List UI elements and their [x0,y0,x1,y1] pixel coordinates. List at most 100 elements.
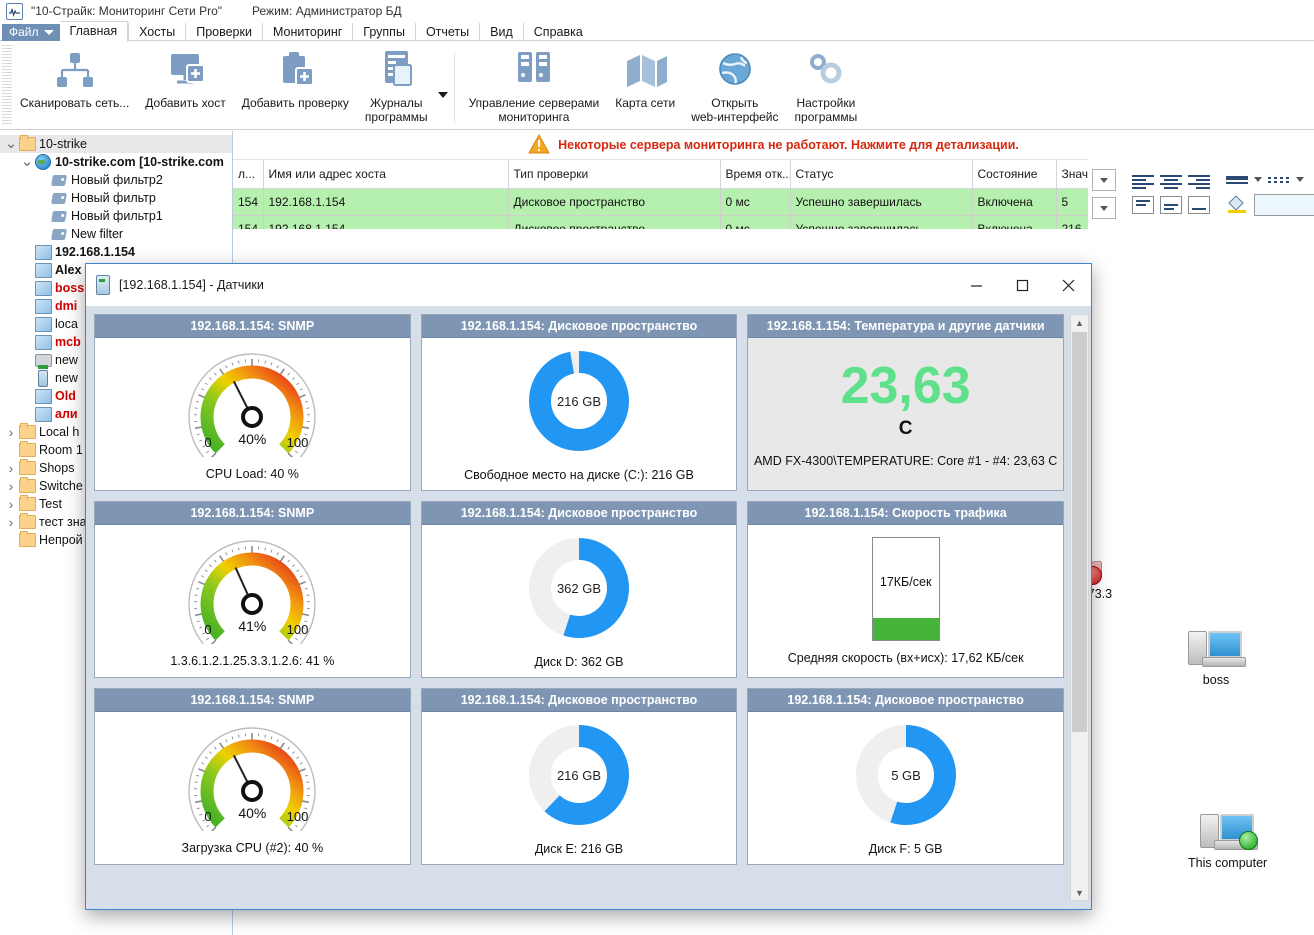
sensor-panel[interactable]: 192.168.1.154: Дисковое пространство362 … [421,501,738,678]
sensor-panel[interactable]: 192.168.1.154: SNMP040%100CPU Load: 40 % [94,314,411,491]
fill-color-icon[interactable] [1226,194,1248,217]
sensor-panel-body: 040%100CPU Load: 40 % [95,338,410,490]
table-column-header-4[interactable]: Статус [790,160,972,189]
line-style-chevron-down-icon[interactable] [1296,177,1304,182]
tag-icon [50,172,68,188]
table-column-header-3[interactable]: Время отк... [720,160,790,189]
format-combos [1088,169,1120,219]
valign-bottom-icon[interactable] [1188,196,1210,214]
tree-node-3[interactable]: Новый фильтр [0,189,232,207]
tab-file[interactable]: Файл [2,24,60,41]
tree-node-6[interactable]: 192.168.1.154 [0,243,232,261]
monitor-icon [34,244,52,260]
scan-network-label: Сканировать сеть... [20,96,129,110]
warning-triangle-icon [528,134,550,157]
tree-node-1[interactable]: 10-strike.com [10-strike.com [0,153,232,171]
chevron-right-icon[interactable] [4,514,18,530]
chevron-down-icon[interactable] [20,158,34,166]
tab-6[interactable]: Вид [479,23,523,41]
folder-icon [18,478,36,494]
tree-node-5[interactable]: New filter [0,225,232,243]
bar-fill [873,618,939,640]
sensor-icon [34,370,52,386]
valign-top-icon[interactable] [1132,196,1154,214]
sensor-panel[interactable]: 192.168.1.154: Дисковое пространство5 GB… [747,688,1064,865]
sensor-panel-caption: AMD FX-4300\TEMPERATURE: Core #1 - #4: 2… [754,454,1057,468]
tab-0[interactable]: Главная [60,21,129,42]
sensor-panel[interactable]: 192.168.1.154: SNMP041%1001.3.6.1.2.1.25… [94,501,411,678]
warning-bar[interactable]: Некоторые сервера мониторинга не работаю… [233,131,1314,160]
sensor-panel[interactable]: 192.168.1.154: Дисковое пространство216 … [421,688,738,865]
netmap-node-this-computer[interactable]: This computer [1188,812,1267,870]
sensor-panel[interactable]: 192.168.1.154: Температура и другие датч… [747,314,1064,491]
table-cell: Включена [972,189,1056,216]
close-button[interactable] [1045,264,1091,306]
combo-1[interactable] [1092,169,1116,191]
line-width-icon[interactable] [1226,172,1248,188]
tree-node-2[interactable]: Новый фильтр2 [0,171,232,189]
chevron-down-icon[interactable] [4,140,18,148]
sensor-panel-body: 216 GBДиск E: 216 GB [422,712,737,864]
sensor-panel[interactable]: 192.168.1.154: Скорость трафика17КБ/секС… [747,501,1064,678]
logs-dropdown-chevron-down-icon[interactable] [438,92,448,98]
tree-node-label: 10-strike [39,137,87,151]
scroll-up-arrow-icon[interactable]: ▲ [1071,315,1088,330]
chevron-right-icon[interactable] [4,496,18,512]
chevron-down-icon [44,30,54,35]
tab-7[interactable]: Справка [523,23,593,41]
valign-middle-icon[interactable] [1160,196,1182,214]
table-column-header-1[interactable]: Имя или адрес хоста [263,160,508,189]
tab-2[interactable]: Проверки [185,23,262,41]
window-title: "10-Страйк: Мониторинг Сети Pro" [31,4,222,18]
tree-node-0[interactable]: 10-strike [0,135,232,153]
tab-5[interactable]: Отчеты [415,23,479,41]
minimize-button[interactable] [953,264,999,306]
scrollbar-thumb[interactable] [1072,332,1087,732]
tree-node-label: mcb [55,335,81,349]
chevron-right-icon[interactable] [4,478,18,494]
scan-network-button[interactable]: Сканировать сеть... [12,47,137,112]
align-left-icon[interactable] [1132,174,1154,190]
tab-4[interactable]: Группы [352,23,415,41]
sensor-panel[interactable]: 192.168.1.154: Дисковое пространство216 … [421,314,738,491]
sensor-panel[interactable]: 192.168.1.154: SNMP040%100Загрузка CPU (… [94,688,411,865]
tree-node-label: Новый фильтр2 [71,173,163,187]
tab-1[interactable]: Хосты [128,23,185,41]
program-settings-button[interactable]: Настройкипрограммы [787,47,866,126]
monitoring-servers-button[interactable]: Управление серверамимониторинга [461,47,608,126]
settings-gears-icon [804,49,848,93]
svg-text:216 GB: 216 GB [557,768,601,783]
table-column-header-5[interactable]: Состояние [972,160,1056,189]
folder-icon [18,460,36,476]
sensor-panel-header: 192.168.1.154: SNMP [95,502,410,525]
network-map-button[interactable]: Карта сети [607,47,683,112]
tree-node-label: Room 1 [39,443,83,457]
align-center-icon[interactable] [1160,174,1182,190]
netmap-node-boss[interactable]: boss [1188,629,1244,687]
chevron-down-icon [1100,206,1108,211]
add-check-button[interactable]: Добавить проверку [234,47,357,112]
title-bar: "10-Страйк: Мониторинг Сети Pro" Режим: … [0,0,1314,22]
chevron-right-icon[interactable] [4,460,18,476]
scroll-down-arrow-icon[interactable]: ▼ [1071,885,1088,900]
table-column-header-2[interactable]: Тип проверки [508,160,720,189]
line-width-chevron-down-icon[interactable] [1254,177,1262,182]
add-host-button[interactable]: Добавить хост [137,47,233,112]
sensors-window-controls [953,264,1091,306]
maximize-button[interactable] [999,264,1045,306]
logs-button[interactable]: Журналыпрограммы [357,47,436,126]
open-web-interface-button[interactable]: Открытьweb-интерфейс [683,47,786,126]
line-style-icon[interactable] [1268,172,1290,188]
sensors-scroll-area: 192.168.1.154: SNMP040%100CPU Load: 40 %… [94,314,1072,901]
fill-color-field[interactable] [1254,194,1314,216]
window-mode: Режим: Администратор БД [252,4,402,18]
table-column-header-0[interactable]: л... [233,160,263,189]
sensors-vertical-scrollbar[interactable]: ▲ ▼ [1070,314,1089,901]
monitor-icon [34,280,52,296]
combo-2[interactable] [1092,197,1116,219]
tree-node-4[interactable]: Новый фильтр1 [0,207,232,225]
sensor-panel-header: 192.168.1.154: SNMP [95,315,410,338]
align-right-icon[interactable] [1188,174,1210,190]
tab-3[interactable]: Мониторинг [262,23,352,41]
chevron-right-icon[interactable] [4,424,18,440]
